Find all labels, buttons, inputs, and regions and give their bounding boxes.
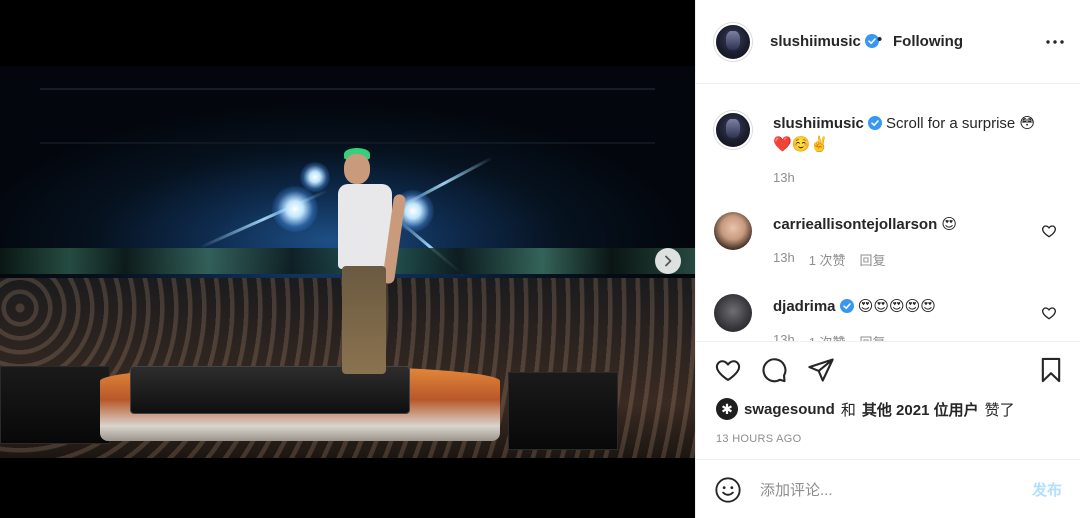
stage-truss — [40, 88, 655, 144]
post-actions: ✱ swagesound 和 其他 2021 位用户 赞了 13 HOURS A… — [696, 341, 1080, 459]
heart-icon — [715, 360, 741, 381]
comment-icon — [762, 358, 787, 383]
more-icon — [1046, 40, 1064, 44]
comment-like-button[interactable] — [1041, 223, 1057, 239]
more-options-button[interactable] — [1043, 30, 1067, 54]
likes-others-link[interactable]: 其他 2021 位用户 — [862, 399, 979, 420]
heart-icon — [1042, 225, 1056, 238]
caption-meta: 13h — [773, 170, 795, 185]
speaker-right — [508, 372, 618, 450]
post-comment-button[interactable]: 发布 — [1032, 479, 1062, 500]
save-button[interactable] — [1036, 355, 1066, 385]
comment-like-count[interactable]: 1 次赞 — [809, 250, 846, 269]
caption-row: slushiimusic Scroll for a surprise 😳 ❤️☺… — [696, 109, 1080, 189]
comment-body: 😍 — [941, 216, 958, 233]
comment-like-count[interactable]: 1 次赞 — [809, 332, 846, 341]
avatar[interactable] — [714, 294, 752, 332]
comment-row: djadrima 😍😍😍😍😍 13h 1 次赞 回复 — [696, 291, 1080, 341]
comment-button[interactable] — [759, 355, 789, 385]
post-panel: slushiimusic • Following slushiimusic Sc… — [695, 0, 1080, 518]
caption-time[interactable]: 13h — [773, 170, 795, 185]
comment-username[interactable]: carrieallisontejollarson — [773, 216, 937, 233]
share-icon — [808, 358, 834, 382]
separator-dot: • — [877, 31, 883, 48]
post-timestamp[interactable]: 13 HOURS AGO — [716, 433, 802, 445]
reply-button[interactable]: 回复 — [860, 332, 886, 341]
stage-light — [300, 162, 330, 192]
carousel-next-button[interactable] — [655, 248, 681, 274]
avatar[interactable] — [714, 23, 752, 61]
caption-emojis: ❤️☺️✌️ — [773, 136, 830, 153]
comment-meta: 13h 1 次赞 回复 — [773, 332, 886, 341]
following-button[interactable]: Following — [893, 33, 963, 50]
header-username[interactable]: slushiimusic — [770, 33, 879, 50]
post-media — [0, 0, 695, 518]
comment-row: carrieallisontejollarson 😍 13h 1 次赞 回复 — [696, 209, 1080, 269]
avatar[interactable] — [714, 212, 752, 250]
comment-time[interactable]: 13h — [773, 332, 795, 341]
chevron-right-icon — [665, 255, 672, 267]
comment-input[interactable] — [760, 477, 1010, 503]
stage-light — [272, 186, 318, 232]
likes-summary: ✱ swagesound 和 其他 2021 位用户 赞了 — [716, 398, 1015, 420]
likes-suffix: 赞了 — [984, 401, 1015, 419]
comment-text: carrieallisontejollarson 😍 — [773, 214, 957, 235]
comment-text: djadrima 😍😍😍😍😍 — [773, 296, 936, 317]
caption-body: Scroll for a surprise 😳 — [886, 115, 1036, 132]
like-button[interactable] — [713, 355, 743, 385]
speaker-left — [0, 366, 110, 444]
emoji-button[interactable] — [713, 475, 743, 505]
bookmark-icon — [1041, 357, 1061, 383]
comments-list[interactable]: slushiimusic Scroll for a surprise 😳 ❤️☺… — [696, 85, 1080, 341]
dj-figure — [338, 148, 408, 384]
avatar[interactable]: ✱ — [716, 398, 738, 420]
liker-username[interactable]: swagesound — [744, 401, 835, 418]
emoji-icon — [715, 477, 741, 503]
caption-text: slushiimusic Scroll for a surprise 😳 ❤️☺… — [773, 113, 1068, 155]
username-text[interactable]: slushiimusic — [770, 33, 861, 50]
share-button[interactable] — [806, 355, 836, 385]
verified-icon — [867, 116, 882, 130]
comment-meta: 13h 1 次赞 回复 — [773, 250, 886, 269]
avatar[interactable] — [714, 111, 752, 149]
comment-like-button[interactable] — [1041, 305, 1057, 321]
comment-body: 😍😍😍😍😍 — [857, 298, 936, 315]
comment-time[interactable]: 13h — [773, 250, 795, 269]
reply-button[interactable]: 回复 — [860, 250, 886, 269]
post-header: slushiimusic • Following — [696, 0, 1080, 84]
comment-username[interactable]: djadrima — [773, 298, 836, 315]
heart-icon — [1042, 307, 1056, 320]
post-photo[interactable] — [0, 66, 695, 458]
verified-icon — [839, 299, 854, 313]
likes-and: 和 — [840, 401, 856, 419]
caption-username[interactable]: slushiimusic — [773, 115, 864, 132]
comment-composer: 发布 — [696, 459, 1080, 518]
